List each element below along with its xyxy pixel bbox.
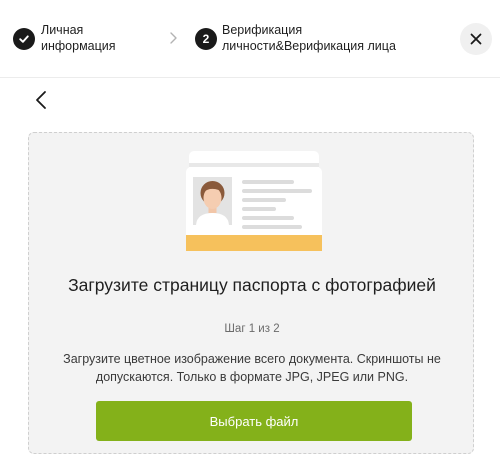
- chevron-left-icon: [36, 91, 46, 109]
- verification-page: Личная информация 2 Верификация личности…: [0, 0, 500, 469]
- choose-file-button[interactable]: Выбрать файл: [96, 401, 412, 441]
- upload-card: Загрузите страницу паспорта с фотографие…: [28, 132, 474, 454]
- back-button[interactable]: [30, 88, 52, 112]
- close-icon: [470, 33, 482, 45]
- stepper: Личная информация 2 Верификация личности…: [0, 0, 500, 78]
- step-2-number: 2: [195, 28, 217, 50]
- upload-title: Загрузите страницу паспорта с фотографие…: [68, 275, 436, 295]
- step-1-label: Личная информация: [41, 23, 116, 53]
- upload-instructions: Загрузите цветное изображение всего доку…: [63, 352, 441, 384]
- step-2-label: Верификация личности&Верификация лица: [222, 23, 396, 53]
- step-counter: Шаг 1 из 2: [224, 323, 280, 335]
- chevron-right-icon: [170, 32, 177, 44]
- step-1-completed-icon: [13, 28, 35, 50]
- passport-photo-page-illustration: [186, 151, 322, 251]
- close-button[interactable]: [460, 23, 492, 55]
